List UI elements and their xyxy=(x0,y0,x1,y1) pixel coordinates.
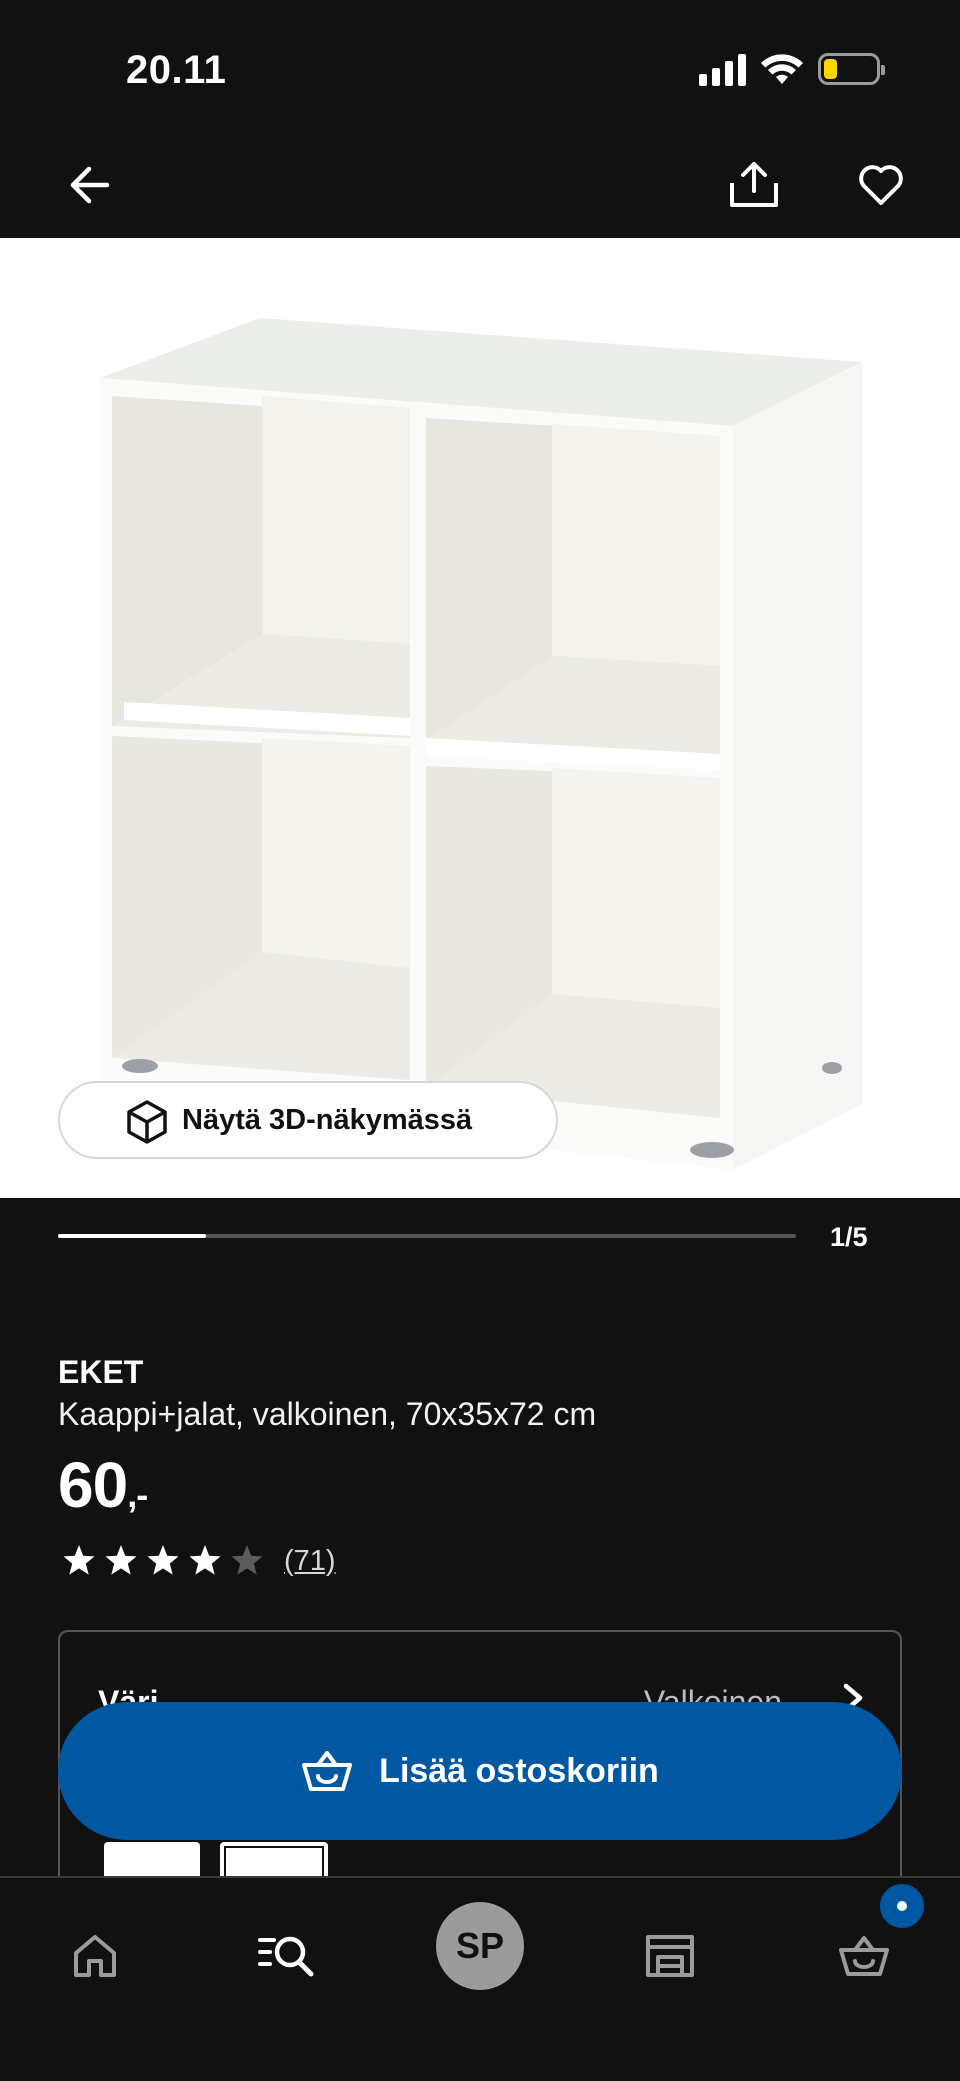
favourite-button[interactable] xyxy=(836,140,926,230)
cart-icon xyxy=(839,1936,889,1976)
share-button[interactable] xyxy=(709,140,799,230)
star-filled-icon xyxy=(105,1545,137,1575)
product-name: EKET xyxy=(58,1354,144,1390)
back-button[interactable] xyxy=(44,140,134,230)
top-app-bar xyxy=(0,140,960,238)
cart-badge-dot xyxy=(897,1901,907,1911)
cart-badge xyxy=(880,1884,924,1928)
shelf-illustration xyxy=(100,318,862,1170)
status-icons xyxy=(699,52,885,86)
product-rating[interactable]: (71) xyxy=(58,1540,336,1582)
status-bar: 20.11 xyxy=(0,0,960,140)
nav-stores[interactable] xyxy=(620,1906,720,2006)
product-image[interactable] xyxy=(0,238,960,1198)
rating-stars xyxy=(58,1540,268,1582)
view-3d-button[interactable]: Näytä 3D-näkymässä xyxy=(58,1081,558,1159)
heart-icon xyxy=(859,165,903,205)
add-to-cart-button[interactable]: Lisää ostoskoriin xyxy=(58,1702,902,1840)
status-time: 20.11 xyxy=(126,48,227,92)
view-3d-label: Näytä 3D-näkymässä xyxy=(182,1103,473,1136)
home-icon xyxy=(74,1935,116,1977)
search-icon xyxy=(258,1936,314,1977)
star-filled-icon xyxy=(63,1545,95,1575)
review-count-link[interactable]: (71) xyxy=(284,1545,336,1578)
gallery-counter: 1/5 xyxy=(830,1222,868,1252)
star-filled-icon xyxy=(189,1545,221,1575)
star-filled-icon xyxy=(147,1545,179,1575)
product-price: 60,- xyxy=(58,1448,148,1522)
price-value: 60 xyxy=(58,1449,128,1521)
profile-avatar: SP xyxy=(436,1902,524,1990)
add-to-cart-label: Lisää ostoskoriin xyxy=(379,1751,659,1790)
bottom-navigation: SP xyxy=(0,1876,960,2081)
wifi-icon xyxy=(761,54,803,84)
nav-search[interactable] xyxy=(237,1906,337,2006)
store-icon xyxy=(646,1935,694,1977)
battery-icon xyxy=(818,53,885,85)
star-empty-icon xyxy=(231,1545,263,1575)
gallery-progress xyxy=(58,1234,796,1238)
price-suffix: ,- xyxy=(127,1474,148,1515)
back-arrow-icon xyxy=(70,166,110,204)
share-icon xyxy=(730,162,778,207)
gallery-progress-fill xyxy=(58,1234,206,1238)
product-description: Kaappi+jalat, valkoinen, 70x35x72 cm xyxy=(58,1396,597,1432)
signal-icon xyxy=(699,52,746,86)
cube-icon xyxy=(127,1100,167,1144)
nav-profile[interactable]: SP xyxy=(430,1896,530,1996)
nav-home[interactable] xyxy=(45,1906,145,2006)
basket-icon xyxy=(301,1749,353,1793)
